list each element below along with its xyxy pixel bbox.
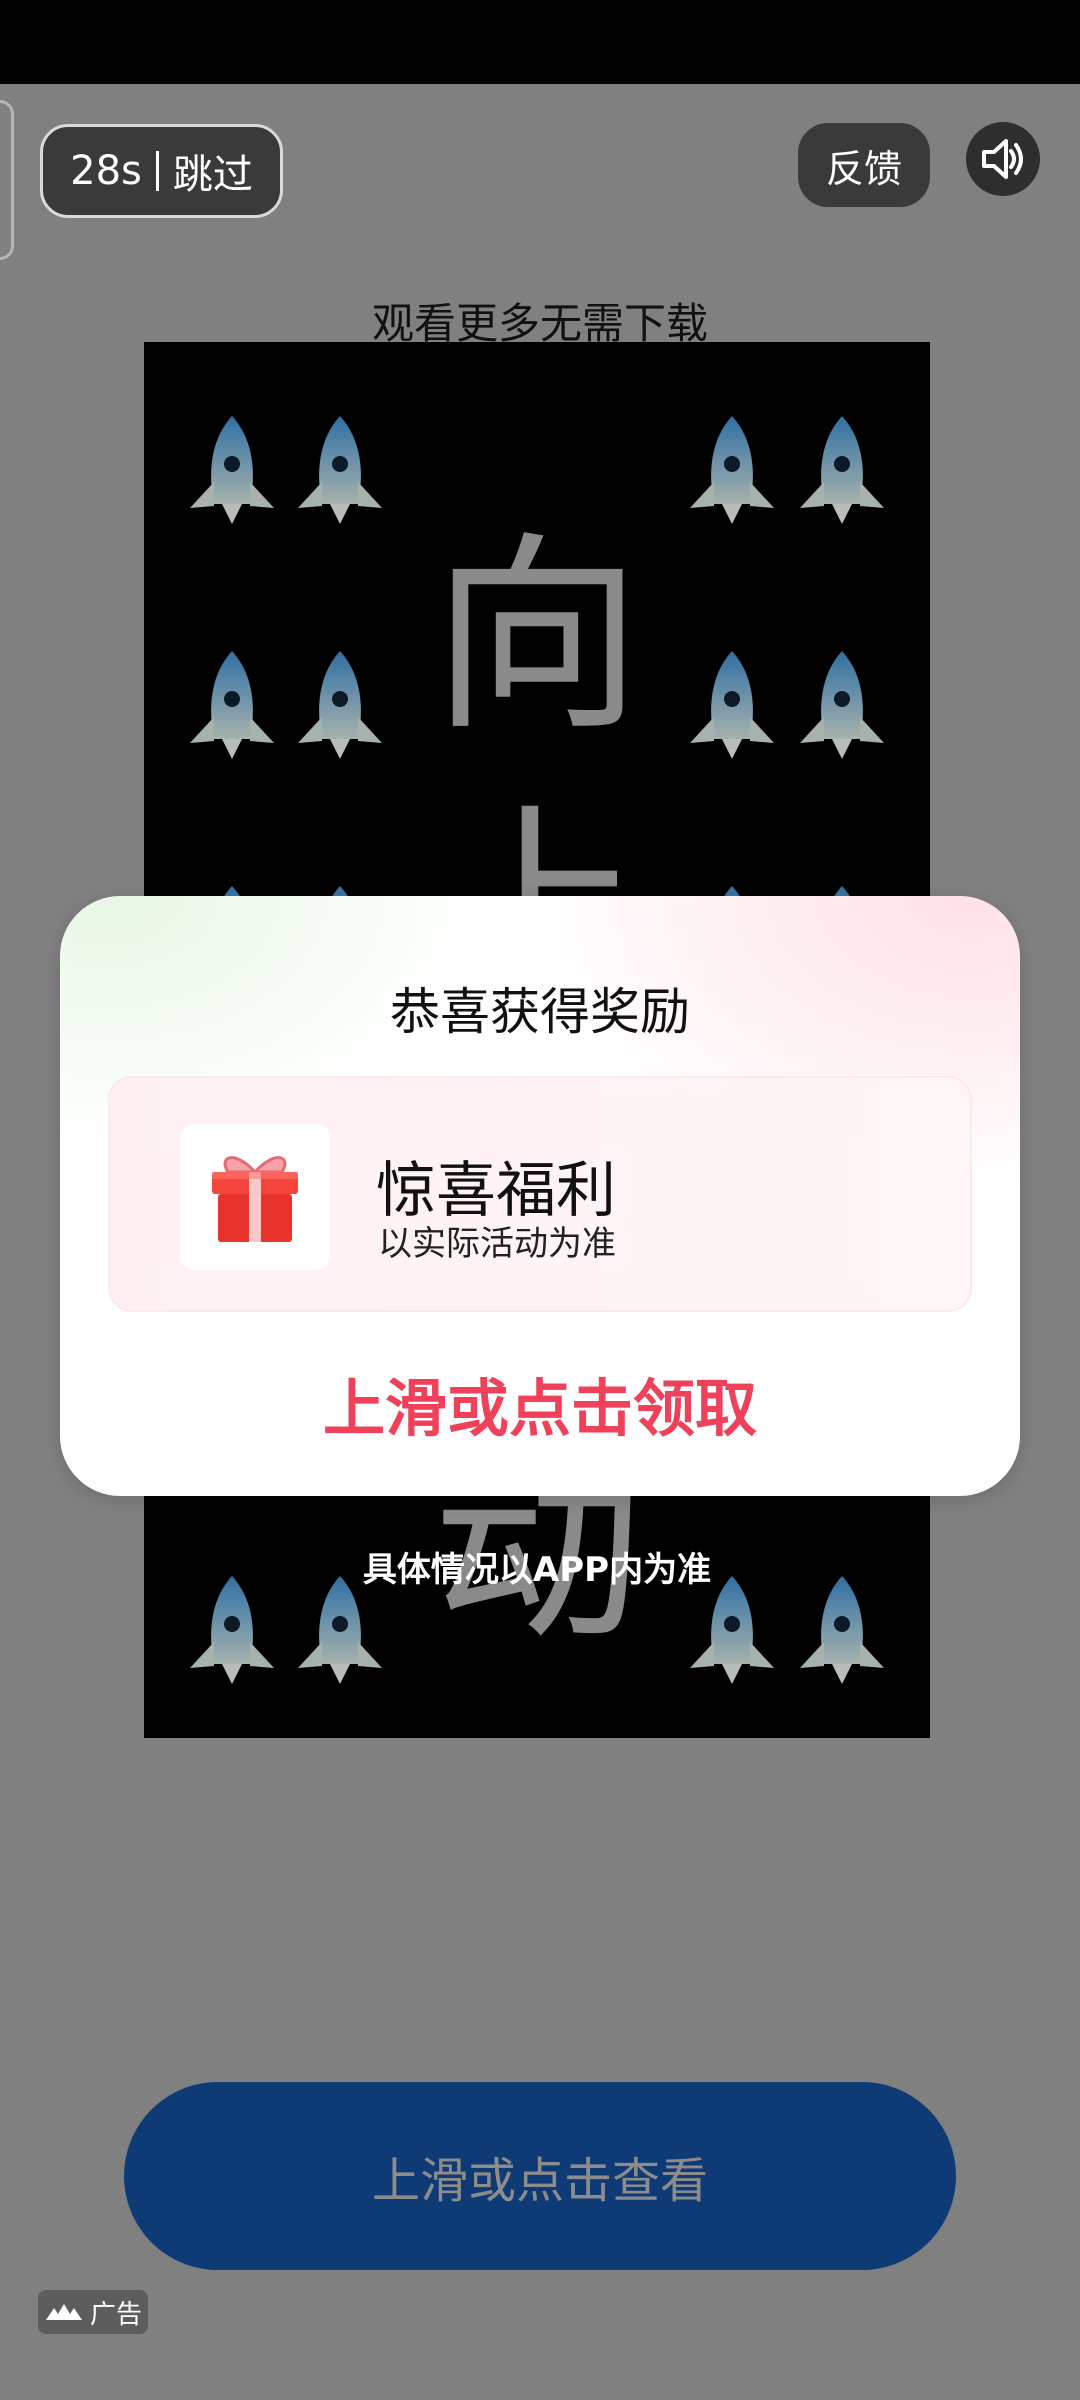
rocket-icon xyxy=(184,412,280,530)
ad-badge: 广告 xyxy=(38,2290,148,2334)
view-cta-button[interactable]: 上滑或点击查看 xyxy=(124,2082,956,2270)
rocket-icon xyxy=(184,647,280,765)
feedback-label: 反馈 xyxy=(825,146,902,191)
ad-label: 广告 xyxy=(89,2299,142,2330)
feedback-button[interactable]: 反馈 xyxy=(798,123,930,207)
edge-handle[interactable] xyxy=(0,100,14,260)
sound-toggle-button[interactable] xyxy=(966,122,1040,196)
video-note: 具体情况以APP内为准 xyxy=(362,1550,712,1590)
modal-title: 恭喜获得奖励 xyxy=(390,983,690,1041)
claim-button[interactable]: 上滑或点击领取 xyxy=(60,1358,1020,1448)
rocket-icon xyxy=(684,647,780,765)
ad-logo-icon xyxy=(45,2304,82,2320)
reward-modal[interactable]: 恭喜获得奖励 惊喜福利 以实际活动为准 上滑或点击领取 xyxy=(60,896,1020,1496)
reward-card: 惊喜福利 以实际活动为准 xyxy=(108,1076,972,1312)
separator xyxy=(155,151,159,191)
rocket-icon xyxy=(292,412,388,530)
skip-label: 跳过 xyxy=(172,152,253,198)
gift-icon xyxy=(180,1124,330,1270)
speaker-icon xyxy=(982,139,1023,179)
rocket-icon xyxy=(794,412,890,530)
rocket-icon xyxy=(794,647,890,765)
cta-label: 上滑或点击查看 xyxy=(371,2153,708,2209)
status-bar xyxy=(0,0,1080,84)
rocket-icon xyxy=(292,647,388,765)
skip-button[interactable]: 28s 跳过 xyxy=(40,124,283,218)
countdown-text: 28s xyxy=(70,148,142,194)
reward-description: 以实际活动为准 xyxy=(378,1224,616,1264)
rocket-icon xyxy=(684,412,780,530)
